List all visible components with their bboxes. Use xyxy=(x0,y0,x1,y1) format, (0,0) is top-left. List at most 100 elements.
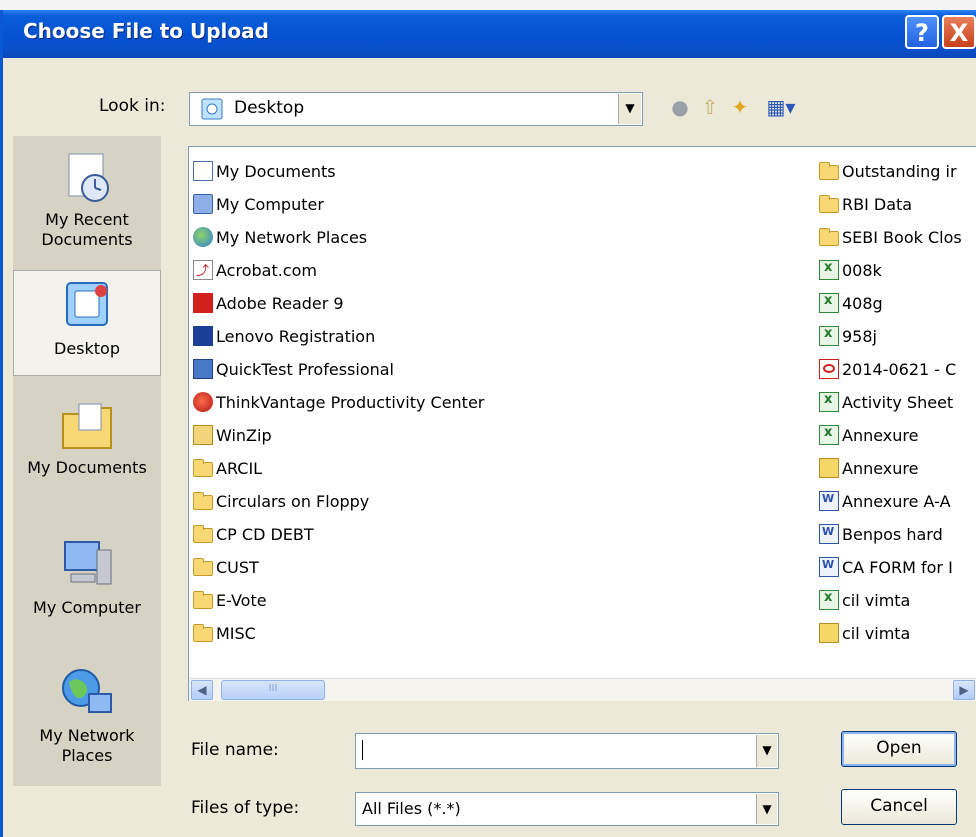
file-item[interactable]: CUST xyxy=(193,553,259,581)
place-desktop[interactable]: Desktop xyxy=(13,270,161,376)
scroll-right-icon[interactable]: ▶ xyxy=(953,680,975,700)
scroll-left-icon[interactable]: ◀ xyxy=(191,680,213,700)
files-of-type-dropdown[interactable]: All Files (*.*) ▼ xyxy=(355,792,779,826)
file-item[interactable]: 958j xyxy=(819,322,877,350)
look-in-dropdown[interactable]: Desktop ▼ xyxy=(189,92,643,126)
scrollbar-thumb[interactable]: III xyxy=(221,680,325,700)
file-item-name: Lenovo Registration xyxy=(216,326,376,346)
file-item-name: Activity Sheet xyxy=(842,392,954,412)
chevron-down-icon[interactable]: ▼ xyxy=(756,794,777,824)
pdf-icon xyxy=(819,359,839,379)
look-in-label: Look in: xyxy=(99,96,166,116)
files-of-type-value: All Files (*.*) xyxy=(362,799,461,818)
file-item-name: 958j xyxy=(842,326,877,346)
file-item[interactable]: cil vimta xyxy=(819,586,910,614)
files-of-type-label: Files of type: xyxy=(191,798,300,818)
file-item[interactable]: Adobe Reader 9 xyxy=(193,289,344,317)
file-item-name: Outstanding ir xyxy=(842,161,957,181)
my-documents-icon xyxy=(57,396,117,456)
text-caret xyxy=(362,740,363,760)
file-item[interactable]: CP CD DEBT xyxy=(193,520,314,548)
file-item[interactable]: ARCIL xyxy=(193,454,262,482)
folder-icon xyxy=(193,557,213,576)
close-button[interactable]: X xyxy=(942,15,976,49)
file-item[interactable]: Circulars on Floppy xyxy=(193,487,369,515)
recent-documents-icon xyxy=(57,148,117,208)
folder-icon xyxy=(193,458,213,477)
place-my-documents[interactable]: My Documents xyxy=(13,396,161,477)
chevron-down-icon[interactable]: ▼ xyxy=(756,735,777,767)
file-item[interactable]: QuickTest Professional xyxy=(193,355,394,383)
file-item-name: Adobe Reader 9 xyxy=(216,293,344,313)
file-item-name: Annexure xyxy=(842,425,919,445)
file-item-name: Annexure xyxy=(842,458,919,478)
place-my-network-places[interactable]: My Network Places xyxy=(13,664,161,766)
lenovo-icon xyxy=(193,326,213,346)
file-list[interactable]: My Documents My Computer My Network Places… xyxy=(188,146,976,701)
file-item-name: 2014-0621 - C xyxy=(842,359,957,379)
file-item-name: SEBI Book Clos xyxy=(842,227,962,247)
xls-icon xyxy=(819,326,839,346)
file-item-name: Acrobat.com xyxy=(216,260,317,280)
title-bar[interactable]: Choose File to Upload ? X xyxy=(3,10,976,58)
file-item[interactable]: Activity Sheet xyxy=(819,388,953,416)
file-item[interactable]: ThinkVantage Productivity Center xyxy=(193,388,484,416)
file-item[interactable]: WinZip xyxy=(193,421,272,449)
file-item[interactable]: 2014-0621 - C xyxy=(819,355,956,383)
view-menu-icon[interactable]: ▦▾ xyxy=(759,94,803,120)
file-item-name: WinZip xyxy=(216,425,272,445)
file-item[interactable]: cil vimta xyxy=(819,619,910,647)
place-label: My Recent Documents xyxy=(41,210,133,249)
file-item-name: cil vimta xyxy=(842,590,911,610)
file-item[interactable]: Benpos hard xyxy=(819,520,943,548)
adobe-icon xyxy=(193,293,213,313)
file-item-name: ThinkVantage Productivity Center xyxy=(216,392,485,412)
file-item[interactable]: Annexure xyxy=(819,421,918,449)
place-my-recent-documents[interactable]: My Recent Documents xyxy=(13,148,161,250)
file-item[interactable]: E-Vote xyxy=(193,586,267,614)
anx-icon xyxy=(819,623,839,643)
cancel-button[interactable]: Cancel xyxy=(841,789,957,825)
help-button[interactable]: ? xyxy=(905,15,939,49)
file-item[interactable]: 008k xyxy=(819,256,882,284)
file-item[interactable]: My Documents xyxy=(193,157,336,185)
place-label: My Computer xyxy=(33,598,141,617)
shortcut-a-icon xyxy=(193,260,213,280)
file-item[interactable]: Annexure A-A xyxy=(819,487,951,515)
file-item-name: RBI Data xyxy=(842,194,913,214)
back-icon[interactable]: ● xyxy=(667,94,693,120)
file-item-name: 408g xyxy=(842,293,883,313)
file-item[interactable]: 408g xyxy=(819,289,883,317)
file-item[interactable]: Acrobat.com xyxy=(193,256,317,284)
open-button[interactable]: Open xyxy=(841,731,957,767)
file-item[interactable]: CA FORM for I xyxy=(819,553,953,581)
file-item[interactable]: Outstanding ir xyxy=(819,157,957,185)
file-item[interactable]: MISC xyxy=(193,619,256,647)
file-item[interactable]: My Computer xyxy=(193,190,324,218)
folder-icon xyxy=(193,524,213,543)
place-my-computer[interactable]: My Computer xyxy=(13,536,161,617)
places-bar: My Recent Documents Desktop My Documents… xyxy=(13,136,161,786)
file-item[interactable]: SEBI Book Clos xyxy=(819,223,962,251)
folder-icon xyxy=(193,491,213,510)
file-item-name: My Documents xyxy=(216,161,336,181)
up-folder-icon[interactable]: ⇧ xyxy=(697,94,723,120)
anx-icon xyxy=(819,458,839,478)
file-item[interactable]: Annexure xyxy=(819,454,918,482)
folder-icon xyxy=(819,194,839,213)
file-name-input[interactable]: ▼ xyxy=(355,733,779,769)
file-item-name: MISC xyxy=(216,623,256,643)
chevron-down-icon[interactable]: ▼ xyxy=(618,94,641,124)
folder-icon xyxy=(193,590,213,609)
xls-icon xyxy=(819,590,839,610)
zip-icon xyxy=(193,425,213,445)
file-item[interactable]: My Network Places xyxy=(193,223,367,251)
think-icon xyxy=(193,392,213,412)
horizontal-scrollbar[interactable]: ◀ III ▶ xyxy=(189,678,976,701)
my-computer-icon xyxy=(57,536,117,596)
file-item[interactable]: Lenovo Registration xyxy=(193,322,375,350)
file-item[interactable]: RBI Data xyxy=(819,190,912,218)
new-folder-icon[interactable]: ✦ xyxy=(727,94,753,120)
dialog-title: Choose File to Upload xyxy=(23,19,269,43)
place-label: My Network Places xyxy=(39,726,135,765)
